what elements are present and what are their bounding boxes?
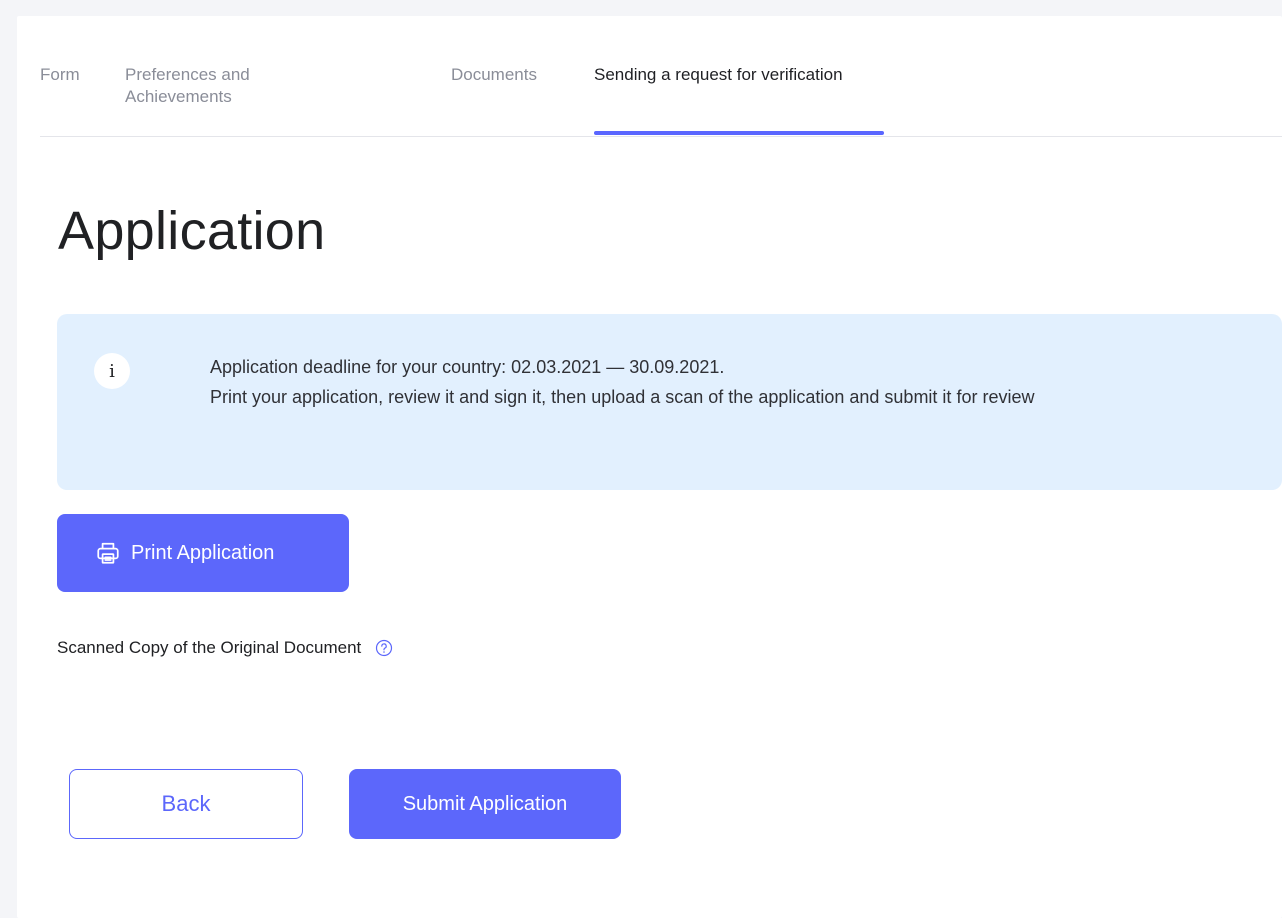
tab-sending-request-for-verification[interactable]: Sending a request for verification [594, 64, 844, 86]
info-icon: i [94, 353, 130, 389]
tab-form[interactable]: Form [40, 64, 100, 86]
submit-application-button[interactable]: Submit Application [349, 769, 621, 839]
page-card: Form Preferences and Achievements Docume… [17, 16, 1282, 918]
info-instructions-text: Print your application, review it and si… [210, 387, 1035, 407]
tab-preferences-and-achievements[interactable]: Preferences and Achievements [125, 64, 315, 108]
tab-documents[interactable]: Documents [451, 64, 571, 86]
info-text: Application deadline for your country: 0… [210, 352, 1240, 412]
active-tab-indicator [594, 131, 884, 135]
print-application-label: Print Application [131, 541, 275, 564]
info-deadline-text: Application deadline for your country: 0… [210, 357, 725, 377]
help-question-icon[interactable] [375, 639, 393, 657]
printer-icon [97, 542, 119, 564]
info-banner: i Application deadline for your country:… [57, 314, 1282, 490]
print-application-button[interactable]: Print Application [57, 514, 349, 592]
step-tabs: Form Preferences and Achievements Docume… [40, 16, 1282, 137]
back-button[interactable]: Back [69, 769, 303, 839]
page-title: Application [58, 201, 326, 261]
scanned-copy-text: Scanned Copy of the Original Document [57, 638, 362, 657]
scanned-copy-label: Scanned Copy of the Original Document [57, 638, 393, 658]
